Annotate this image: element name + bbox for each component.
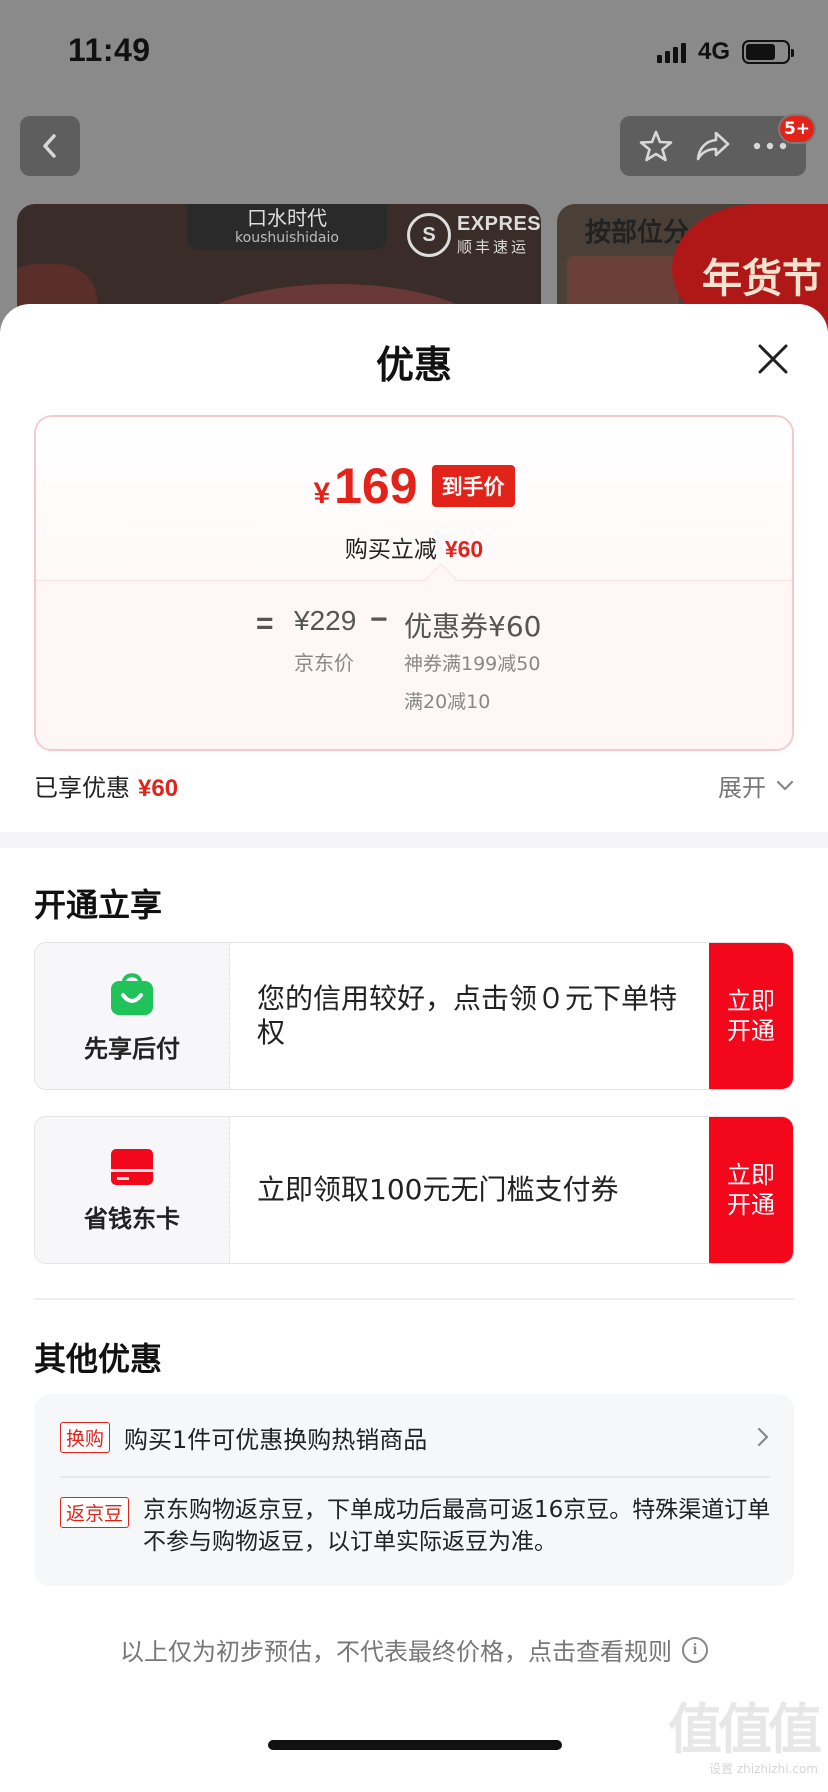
minus-sign: − [370, 603, 388, 636]
status-time: 11:49 [68, 32, 151, 68]
share-icon[interactable] [694, 128, 732, 164]
open-section-title: 开通立享 [34, 886, 163, 924]
background-product-page: 11:49 4G 5+ 口水时代 koushuishidaio S EXPRES… [0, 0, 828, 330]
other-offers-box: 换购 购买1件可优惠换购热销商品 返京豆 京东购物返京豆，下单成功后最高可返16… [34, 1394, 794, 1586]
expand-button[interactable]: 展开 [718, 768, 794, 803]
home-indicator[interactable] [268, 1740, 562, 1750]
express-cn: 顺丰速运 [457, 238, 530, 256]
row-separator [60, 1476, 770, 1478]
watermark-logo: 值值值 [668, 1698, 822, 1761]
offer-tag: 返京豆 [60, 1497, 130, 1528]
info-icon[interactable]: i [682, 1636, 708, 1663]
network-type: 4G [697, 38, 730, 65]
discount-sheet: 优惠 ¥ 169 到手价 购买立减 ¥60 = ¥229 京东价 − 优惠券¥60… [0, 304, 828, 1792]
coupon-detail: 满20减10 [404, 691, 491, 713]
brand-pinyin: koushuishidaio [235, 230, 339, 246]
notification-badge: 5+ [778, 114, 816, 144]
offer-description: 您的信用较好，点击领０元下单特权 [257, 982, 678, 1049]
battery-icon [742, 40, 794, 64]
equals-sign: = [256, 607, 274, 640]
coupon-detail: 神券满199减50 [404, 653, 541, 675]
final-price: 169 [334, 458, 418, 514]
enjoyed-amount: ¥60 [138, 775, 179, 802]
enjoyed-discount: 已享优惠 ¥60 [34, 768, 178, 803]
coupon-total: 优惠券¥60 [404, 610, 542, 643]
offer-text: 购买1件可优惠换购热销商品 [124, 1425, 428, 1454]
sf-logo-icon: S [407, 213, 451, 257]
reduce-amount: ¥60 [444, 536, 484, 562]
more-icon[interactable] [752, 140, 788, 152]
back-icon [43, 134, 56, 158]
final-price-row: ¥ 169 到手价 [36, 457, 792, 515]
back-button[interactable] [20, 116, 80, 176]
chevron-right-icon [757, 1427, 769, 1447]
base-price-label: 京东价 [294, 651, 354, 675]
jingdou-offer: 返京豆 京东购物返京豆，下单成功后最高可返16京豆。特殊渠道订单不参与购物返豆，… [60, 1494, 776, 1558]
offer-name: 省钱东卡 [84, 1204, 180, 1233]
star-icon[interactable] [638, 128, 674, 164]
activate-button[interactable]: 立即开通 [709, 1117, 793, 1263]
brand-label: 口水时代 koushuishidaio [187, 204, 387, 250]
other-section-title: 其他优惠 [34, 1340, 163, 1378]
signal-icon [656, 41, 686, 63]
shopping-bag-icon [111, 972, 153, 1015]
instant-discount-row: 购买立减 ¥60 [36, 530, 792, 564]
status-bar: 11:49 4G [0, 0, 828, 100]
trade-in-offer[interactable]: 换购 购买1件可优惠换购热销商品 [60, 1416, 770, 1458]
banner2-title: 按部位分 [585, 218, 690, 248]
express-en: EXPRESS [457, 213, 541, 235]
watermark-url: 设置 zhizhizhi.com [658, 1760, 818, 1777]
section-divider [0, 832, 828, 848]
rules-note-text: 以上仅为初步预估，不代表最终价格，点击查看规则 [120, 1638, 672, 1666]
watermark-url-text: zhizhizhi.com [736, 1762, 818, 1776]
offer-card-pay-later[interactable]: 先享后付 您的信用较好，点击领０元下单特权 立即开通 [34, 942, 794, 1090]
rules-note[interactable]: 以上仅为初步预估，不代表最终价格，点击查看规则 i [0, 1632, 828, 1667]
status-indicators: 4G [656, 38, 794, 66]
card-icon [111, 1148, 153, 1185]
offer-tag: 换购 [60, 1421, 111, 1453]
sheet-title: 优惠 [375, 343, 452, 387]
final-price-tag: 到手价 [431, 465, 515, 507]
price-breakdown-card: ¥ 169 到手价 购买立减 ¥60 = ¥229 京东价 − 优惠券¥60 神券… [34, 415, 794, 751]
offer-description: 立即领取100元无门槛支付券 [257, 1173, 619, 1206]
base-price: ¥229 [294, 605, 357, 636]
offer-card-saving-card[interactable]: 省钱东卡 立即领取100元无门槛支付券 立即开通 [34, 1116, 794, 1264]
chevron-down-icon [776, 780, 794, 790]
activate-button[interactable]: 立即开通 [709, 943, 793, 1089]
enjoyed-label: 已享优惠 [34, 774, 130, 802]
currency-symbol: ¥ [313, 477, 331, 510]
sf-express-logo: S EXPRESS 顺丰速运 [407, 210, 541, 260]
expand-label: 展开 [718, 774, 766, 802]
close-icon[interactable] [754, 340, 792, 378]
reduce-label: 购买立减 [344, 537, 437, 563]
offer-text: 京东购物返京豆，下单成功后最高可返16京豆。特殊渠道订单不参与购物返豆，以订单实… [143, 1497, 771, 1555]
brand-name: 口水时代 [247, 206, 327, 230]
watermark: 值值值 设置 zhizhizhi.com [658, 1698, 822, 1792]
watermark-left-text: 设置 [708, 1762, 733, 1776]
divider [34, 1298, 794, 1300]
offer-name: 先享后付 [84, 1034, 180, 1063]
